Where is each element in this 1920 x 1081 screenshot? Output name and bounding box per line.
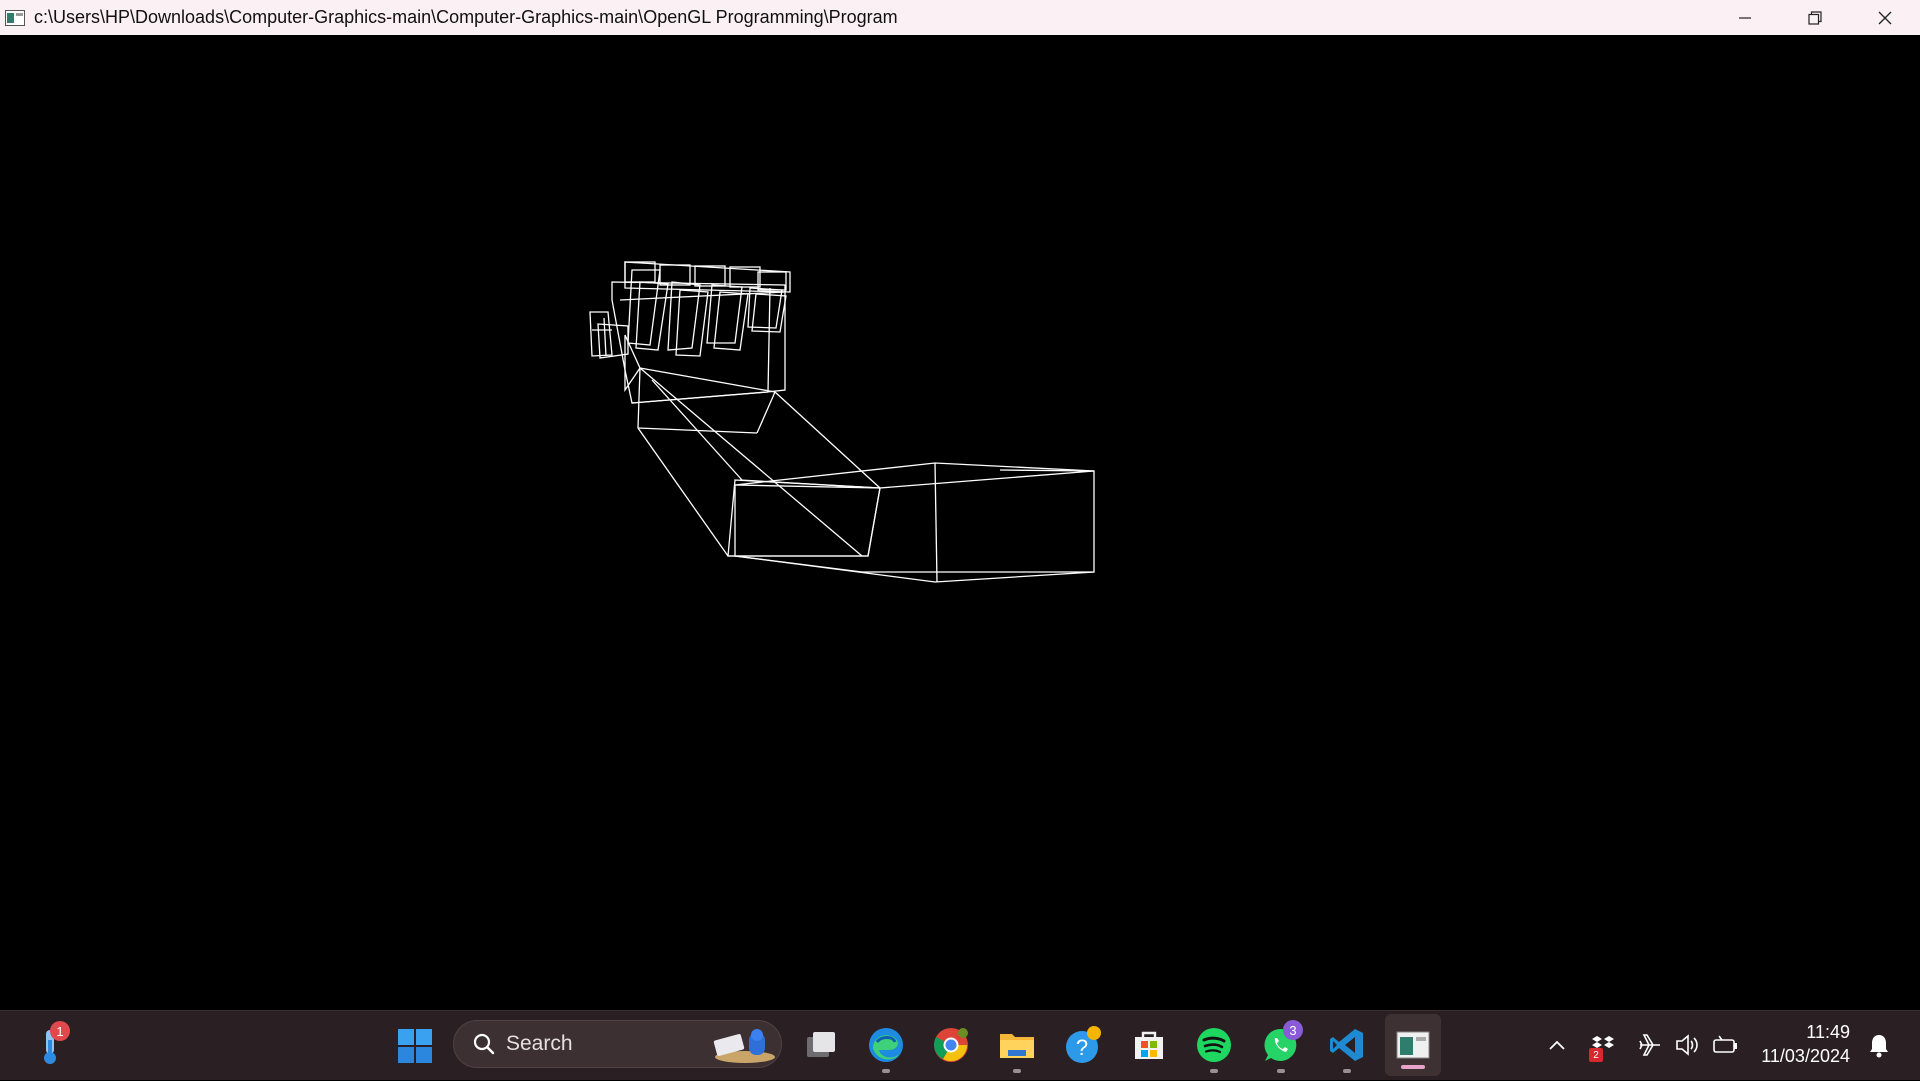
upper-arm-wireframe [727,462,1095,583]
edge-running-indicator [882,1069,890,1073]
search-placeholder: Search [506,1032,573,1055]
chrome-icon [934,1028,968,1062]
airplane-mode-button[interactable] [1635,1010,1665,1080]
fingers-wireframe [624,261,791,357]
opengl-program-taskbar-button[interactable] [1385,1014,1441,1076]
weather-badge: 1 [50,1021,70,1041]
file-explorer-button[interactable] [993,1010,1041,1080]
store-app-button[interactable] [1125,1010,1173,1080]
title-bar: c:\Users\HP\Downloads\Computer-Graphics-… [0,0,1920,35]
close-button[interactable] [1850,0,1920,35]
clock-time: 11:49 [1806,1022,1850,1042]
app-icon [4,9,26,27]
store-icon [1135,1031,1163,1059]
forearm-wireframe [637,367,881,557]
whatsapp-app-button[interactable]: 3 [1257,1010,1305,1080]
search-highlight-icon [713,1029,775,1063]
opengl-viewport[interactable] [0,35,1920,1010]
dropbox-tray-button[interactable]: 2 [1588,1010,1618,1080]
edge-icon [869,1028,903,1062]
clock-date: 11/03/2024 [1761,1046,1850,1066]
weather-widget[interactable]: 1 [28,1011,72,1081]
thumb-wireframe [589,311,629,359]
spotify-running-indicator [1210,1069,1218,1073]
window-title: c:\Users\HP\Downloads\Computer-Graphics-… [34,7,898,27]
chrome-app-button[interactable] [927,1010,975,1080]
notifications-button[interactable] [1862,1010,1896,1080]
airplane-icon [1639,1034,1660,1056]
vscode-icon [1330,1029,1363,1061]
task-view-icon [807,1032,835,1057]
restore-button[interactable] [1780,0,1850,35]
vscode-running-indicator [1343,1069,1351,1073]
program-window-icon [1396,1031,1430,1059]
vscode-app-button[interactable] [1323,1010,1371,1080]
battery-button[interactable] [1710,1010,1740,1080]
search-box[interactable]: Search [453,1020,782,1068]
task-view-button[interactable] [797,1010,845,1080]
robot-arm-wireframe [589,261,1095,583]
battery-icon [1713,1035,1737,1053]
edge-app-button[interactable] [862,1010,910,1080]
folder-icon [1000,1034,1034,1058]
windows-logo-icon [398,1029,432,1063]
minimize-button[interactable] [1710,0,1780,35]
active-app-indicator [1401,1065,1425,1069]
whatsapp-running-indicator [1277,1069,1285,1073]
spotify-app-button[interactable] [1190,1010,1238,1080]
bell-icon [1870,1035,1888,1058]
search-icon [473,1033,495,1055]
chevron-up-icon [1549,1040,1565,1050]
speaker-icon [1676,1034,1698,1056]
spotify-icon [1197,1028,1231,1062]
svg-text:?: ? [1076,1035,1088,1060]
clock[interactable]: 11:49 11/03/2024 [1740,1020,1850,1068]
dropbox-badge: 2 [1589,1048,1603,1062]
show-hidden-icons-button[interactable] [1542,1010,1572,1080]
volume-button[interactable] [1672,1010,1702,1080]
explorer-running-indicator [1013,1069,1021,1073]
start-button[interactable] [392,1011,438,1081]
whatsapp-badge: 3 [1283,1020,1303,1040]
get-help-button[interactable]: ? [1060,1010,1108,1080]
help-icon: ? [1066,1026,1101,1063]
